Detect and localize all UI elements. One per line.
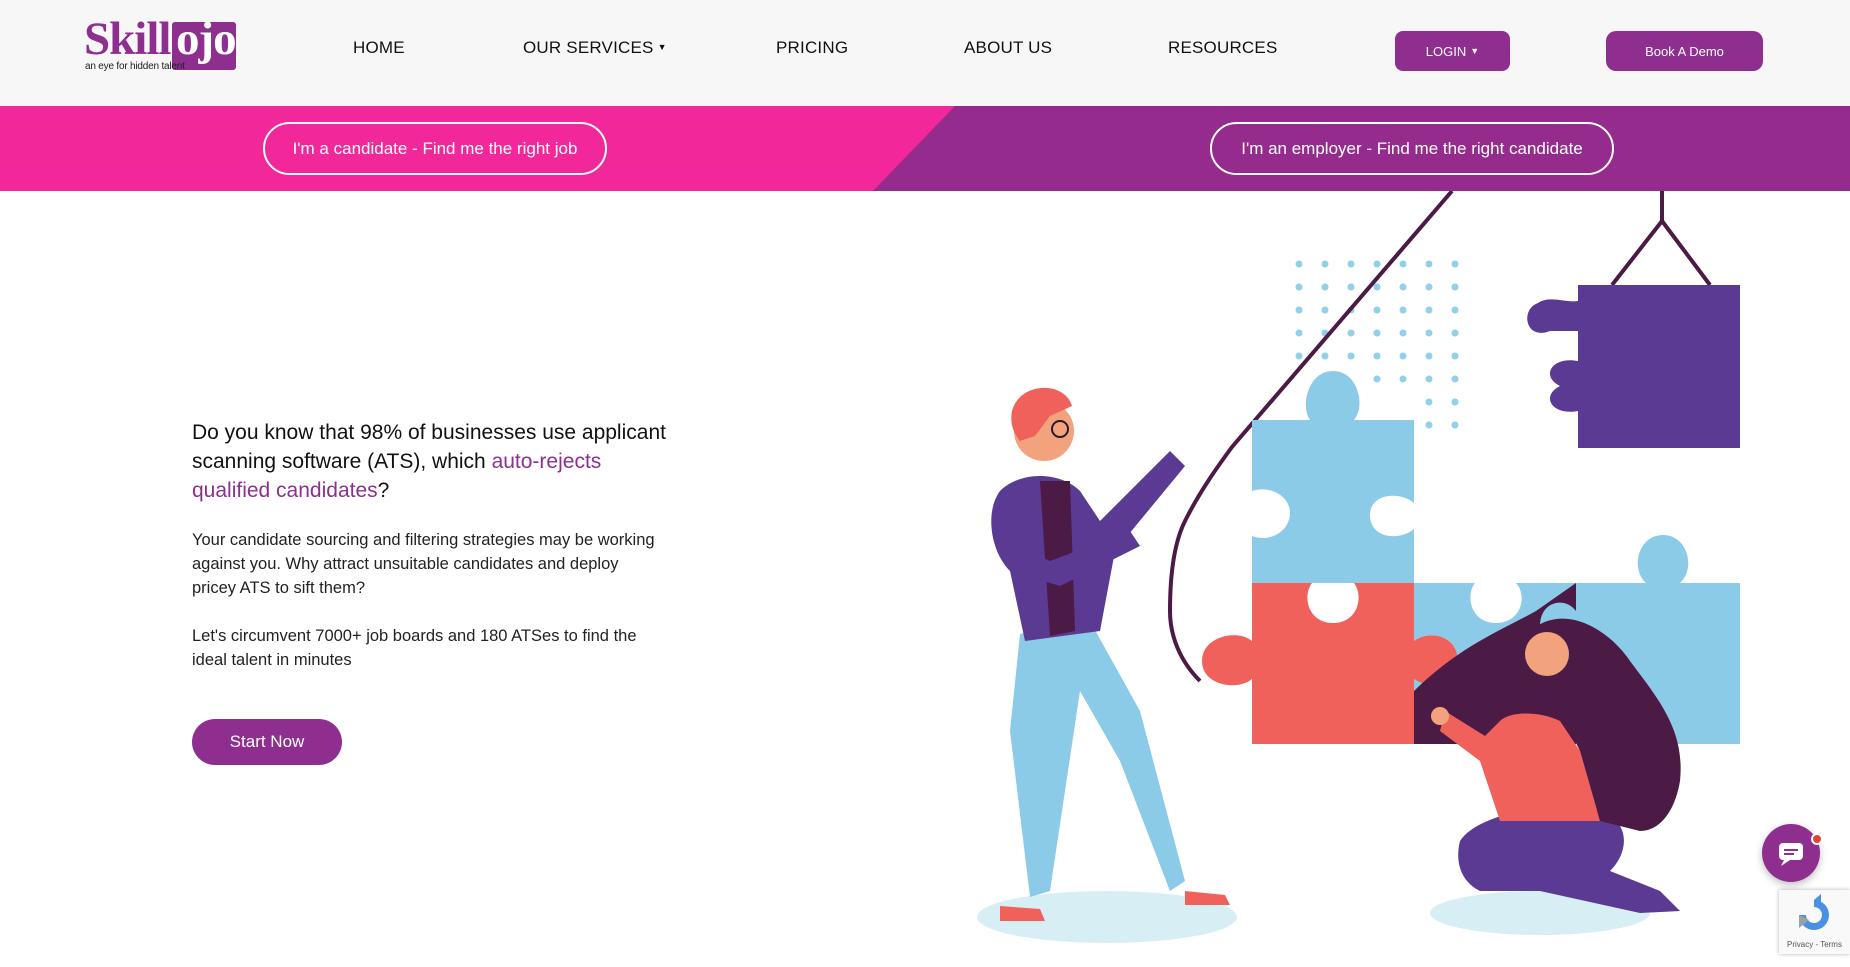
logo-skill-text: Skill — [84, 13, 171, 65]
hero-paragraph-2: Let's circumvent 7000+ job boards and 18… — [192, 627, 637, 669]
hero-paragraph-1: Your candidate sourcing and filtering st… — [192, 531, 655, 597]
login-label: LOGIN — [1425, 43, 1467, 59]
logo[interactable]: Skill ojo an eye for hidden talent — [84, 16, 237, 76]
caret-down-icon: ▼ — [657, 42, 667, 52]
nav-pricing[interactable]: PRICING — [776, 38, 848, 58]
chat-bubble-icon — [1779, 843, 1803, 866]
puzzle-illustration — [977, 191, 1740, 943]
logo-ojo-text: ojo — [176, 13, 237, 65]
audience-banner: I'm a candidate - Find me the right job … — [0, 106, 1850, 191]
candidate-button[interactable]: I'm a candidate - Find me the right job — [263, 122, 607, 175]
nav-about[interactable]: ABOUT US — [964, 38, 1052, 58]
recaptcha-terms[interactable]: Privacy - Terms — [1787, 940, 1842, 949]
nav-services[interactable]: OUR SERVICES ▼ — [523, 38, 667, 58]
nav-resources[interactable]: RESOURCES — [1168, 38, 1278, 58]
headline-end: ? — [377, 479, 390, 502]
start-now-button[interactable]: Start Now — [192, 719, 342, 765]
recaptcha-badge[interactable]: Privacy - Terms — [1779, 890, 1850, 954]
recaptcha-icon — [1799, 894, 1829, 930]
hero-headline: Do you know that 98% of businesses use a… — [192, 418, 672, 505]
book-demo-button[interactable]: Book A Demo — [1606, 31, 1763, 71]
nav-services-label: OUR SERVICES — [523, 38, 654, 57]
notification-dot — [1811, 833, 1823, 845]
login-button[interactable]: LOGIN ▼ — [1395, 31, 1510, 71]
site-header: Skill ojo an eye for hidden talent HOME … — [0, 0, 1850, 106]
nav-home[interactable]: HOME — [353, 38, 405, 58]
caret-down-icon: ▼ — [1470, 46, 1480, 56]
logo-tagline: an eye for hidden talent — [85, 61, 185, 72]
employer-button[interactable]: I'm an employer - Find me the right cand… — [1210, 122, 1614, 175]
chat-widget-button[interactable] — [1762, 824, 1820, 882]
